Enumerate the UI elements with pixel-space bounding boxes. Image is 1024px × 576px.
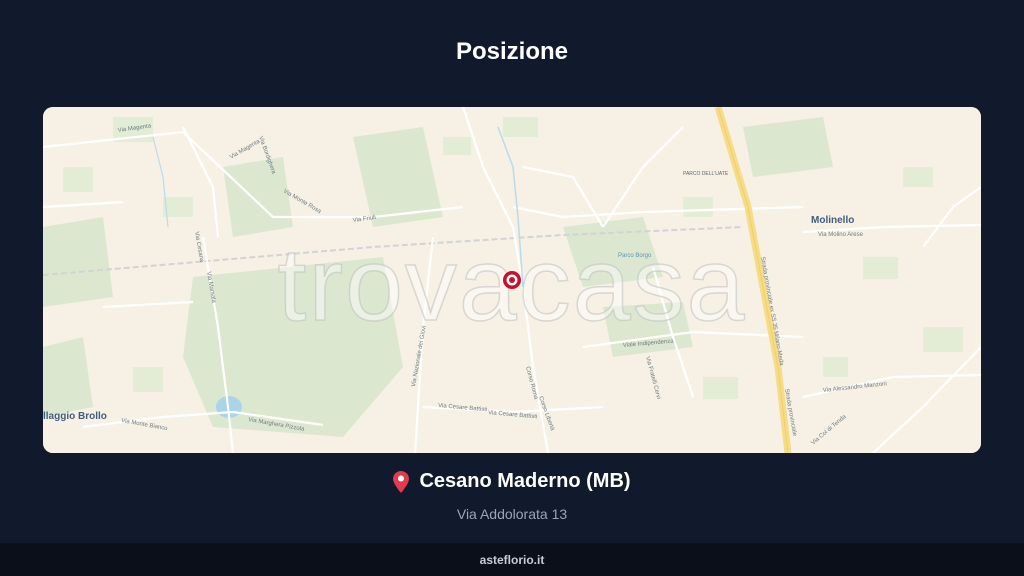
location-map[interactable]: Via Magenta Via Magenta Via Bordighera V… [43, 107, 981, 453]
label-parco-dell-uate: PARCO DELL'UATE [683, 171, 729, 177]
location-city-row: Cesano Maderno (MB) [393, 470, 631, 493]
red-map-pin-icon [393, 470, 410, 493]
location-marker-icon[interactable] [503, 271, 521, 289]
footer-brand: asteflorio.it [479, 553, 545, 567]
location-city: Cesano Maderno (MB) [419, 470, 631, 492]
location-address: Via Addolorata 13 [456, 505, 568, 522]
page-title: Posizione [455, 38, 569, 65]
label-villaggio-brollo: llaggio Brollo [43, 411, 107, 422]
label-molinello: Molinello [811, 215, 854, 226]
location-info: Cesano Maderno (MB) Via Addolorata 13 [0, 470, 1024, 522]
footer: asteflorio.it [0, 543, 1024, 576]
map-canvas[interactable]: Via Magenta Via Magenta Via Bordighera V… [43, 107, 981, 453]
label-via-molino-arese: Via Molino Arese [818, 232, 864, 238]
